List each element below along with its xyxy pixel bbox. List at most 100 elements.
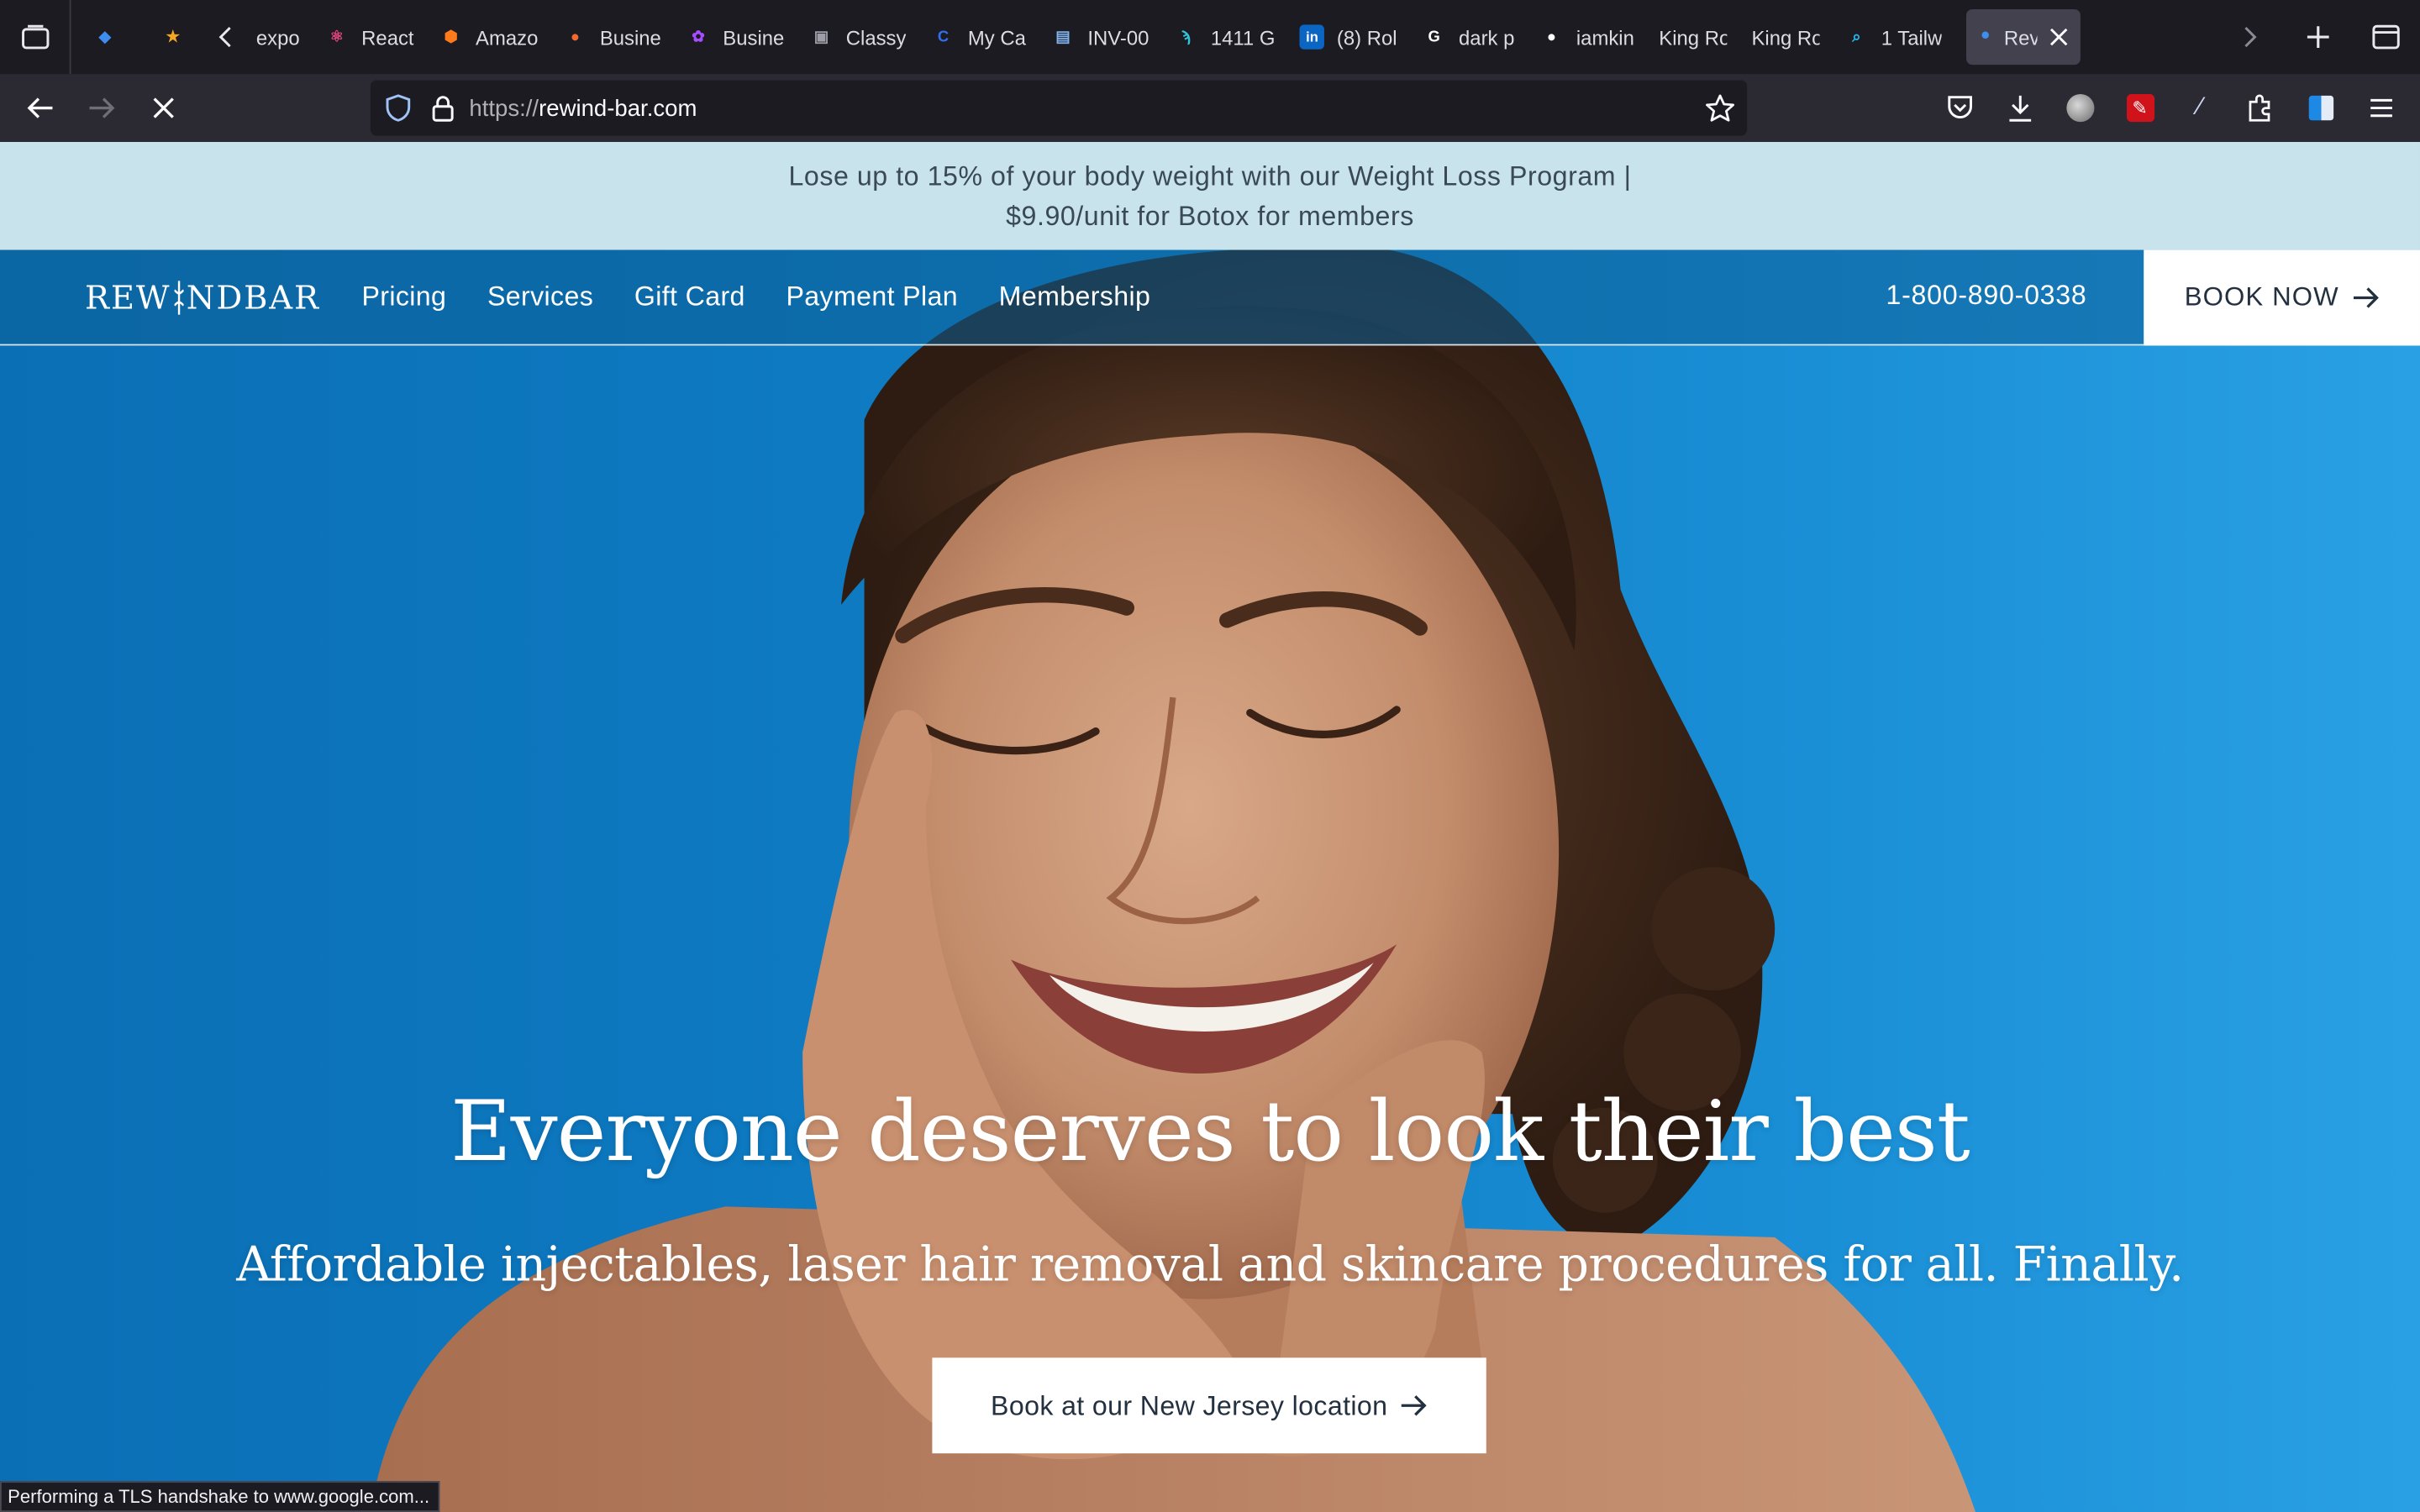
- tab-5[interactable]: ● Busine: [550, 9, 673, 65]
- loading-dot-icon: •: [1981, 23, 1990, 50]
- tab-label: expo: [255, 25, 300, 49]
- tab-10[interactable]: ϡ 1411 G: [1161, 9, 1287, 65]
- tab-8[interactable]: C My Ca: [918, 9, 1038, 65]
- business-flower-icon: ✿: [692, 28, 705, 46]
- downloads-button[interactable]: [1990, 74, 2050, 142]
- app-menu-button[interactable]: [2350, 74, 2411, 142]
- download-icon: [2008, 95, 2031, 122]
- tracking-protection-icon[interactable]: [386, 94, 411, 122]
- address-bar[interactable]: https://rewind-bar.com: [370, 80, 1748, 136]
- url-text[interactable]: https://rewind-bar.com: [469, 95, 697, 121]
- tab-2[interactable]: expo: [244, 9, 312, 65]
- back-button[interactable]: [9, 77, 71, 139]
- pocket-icon: [1947, 96, 1972, 119]
- new-tab-button[interactable]: [2284, 0, 2352, 74]
- tab-label: King Robe: [1659, 25, 1727, 49]
- logo-hourglass-icon: [173, 280, 184, 314]
- tab-1[interactable]: ★: [139, 9, 207, 65]
- promo-banner[interactable]: Lose up to 15% of your body weight with …: [0, 141, 2420, 250]
- tab-label: King Robe: [1751, 25, 1819, 49]
- arrow-left-icon: [27, 97, 53, 118]
- nav-link-gift-card[interactable]: Gift Card: [634, 281, 745, 313]
- promo-line-2: $9.90/unit for Botox for members: [1006, 200, 1414, 232]
- tab-list-icon: [21, 24, 49, 50]
- tab-15[interactable]: King Robe: [1739, 9, 1832, 65]
- tab-16[interactable]: ⌕ 1 Tailw: [1832, 9, 1954, 65]
- book-now-button[interactable]: BOOK NOW: [2144, 249, 2420, 346]
- hero-headline: Everyone deserves to look their best: [450, 1083, 1970, 1181]
- tab-list: ◆ ★ expo ⚛ React ⬢ Amazo ● Busine ✿ Busine ▣ Classy C…: [71, 0, 2081, 74]
- logo-text-right: NDBAR: [186, 278, 320, 316]
- tab-12[interactable]: Gdark p: [1409, 9, 1527, 65]
- tab-4[interactable]: ⬢ Amazo: [426, 9, 550, 65]
- tab-6[interactable]: ✿ Busine: [674, 9, 797, 65]
- eyedropper-icon: ⁄: [2197, 94, 2202, 121]
- tab-scroll-right[interactable]: [2217, 0, 2285, 74]
- tab-11[interactable]: in (8) Rol: [1287, 9, 1409, 65]
- tab-3[interactable]: ⚛ React: [312, 9, 426, 65]
- amazon-box-icon: ⬢: [444, 28, 458, 46]
- hero-section: REW NDBAR Pricing Services Gift Card Pay…: [0, 249, 2420, 1512]
- logo-text-left: REW: [85, 278, 171, 316]
- forward-button[interactable]: [71, 77, 132, 139]
- tab-label: Rev: [2003, 25, 2039, 49]
- extension-red[interactable]: ✎: [2110, 74, 2170, 142]
- arrow-right-icon: [89, 97, 115, 118]
- stop-button[interactable]: [133, 77, 194, 139]
- nav-link-membership[interactable]: Membership: [999, 281, 1151, 313]
- avatar: [2065, 94, 2094, 123]
- tab-7[interactable]: ▣ Classy: [797, 9, 918, 65]
- chevron-right-icon: [2244, 27, 2257, 48]
- extensions-button[interactable]: [2230, 74, 2291, 142]
- chevron-left-icon: [218, 27, 231, 48]
- tab-13[interactable]: ● iamkin: [1527, 9, 1646, 65]
- google-icon: G: [1428, 28, 1440, 46]
- sidebar-book-icon: [2307, 95, 2333, 121]
- tab-label: React: [361, 25, 414, 49]
- extension-pen-icon: ✎: [2126, 94, 2154, 123]
- close-tab-icon[interactable]: [2050, 28, 2069, 46]
- nav-link-services[interactable]: Services: [487, 281, 593, 313]
- tab-list-button[interactable]: [0, 0, 71, 75]
- rewindbar-logo[interactable]: REW NDBAR: [85, 279, 320, 316]
- site-nav-links: Pricing Services Gift Card Payment Plan …: [361, 281, 1191, 313]
- bookmark-star-icon[interactable]: [1706, 94, 1735, 122]
- site-header: REW NDBAR Pricing Services Gift Card Pay…: [0, 249, 2420, 346]
- book-new-jersey-button[interactable]: Book at our New Jersey location: [932, 1357, 1486, 1454]
- window-button[interactable]: [2352, 0, 2420, 74]
- spiral-icon: ϡ: [1181, 28, 1192, 46]
- navigation-toolbar: https://rewind-bar.com ✎ ⁄: [0, 74, 2420, 142]
- sidebar-extension[interactable]: [2291, 74, 2351, 142]
- status-bar: Performing a TLS handshake to www.google…: [0, 1481, 440, 1512]
- url-host: rewind-bar.com: [539, 94, 697, 122]
- linkedin-icon: in: [1299, 24, 1325, 50]
- lock-icon[interactable]: [432, 95, 454, 121]
- tab-label: My Ca: [967, 25, 1026, 49]
- window-icon: [2372, 24, 2400, 50]
- tab-0[interactable]: ◆: [71, 9, 139, 65]
- arrow-right-icon: [2353, 287, 2379, 308]
- nav-link-pricing[interactable]: Pricing: [361, 281, 446, 313]
- account-button[interactable]: [2049, 74, 2110, 142]
- github-icon: ●: [1546, 28, 1557, 46]
- book-now-label: BOOK NOW: [2184, 282, 2339, 312]
- tab-label: dark p: [1459, 25, 1515, 49]
- arrow-right-icon: [1401, 1395, 1427, 1416]
- pocket-button[interactable]: [1929, 74, 1990, 142]
- phone-number-link[interactable]: 1-800-890-0338: [1886, 279, 2086, 312]
- tab-label: Busine: [599, 25, 661, 49]
- tab-scroll-left[interactable]: [207, 9, 244, 65]
- nav-link-payment-plan[interactable]: Payment Plan: [786, 281, 958, 313]
- tab-17[interactable]: • Rev: [1966, 9, 2081, 66]
- extension-eyedropper[interactable]: ⁄: [2170, 74, 2230, 142]
- plus-icon: [2307, 26, 2329, 48]
- tab-14[interactable]: King Robe: [1647, 9, 1739, 65]
- react-atom-icon: ⚛: [329, 28, 345, 46]
- hamburger-menu-icon: [2370, 98, 2392, 118]
- tab-label: INV-00: [1087, 25, 1150, 49]
- tab-label: Busine: [723, 25, 785, 49]
- tab-9[interactable]: ▤ INV-00: [1039, 9, 1161, 65]
- tab-label: Amazo: [476, 25, 539, 49]
- invoice-icon: ▤: [1055, 28, 1071, 46]
- image-icon: ▣: [813, 28, 829, 46]
